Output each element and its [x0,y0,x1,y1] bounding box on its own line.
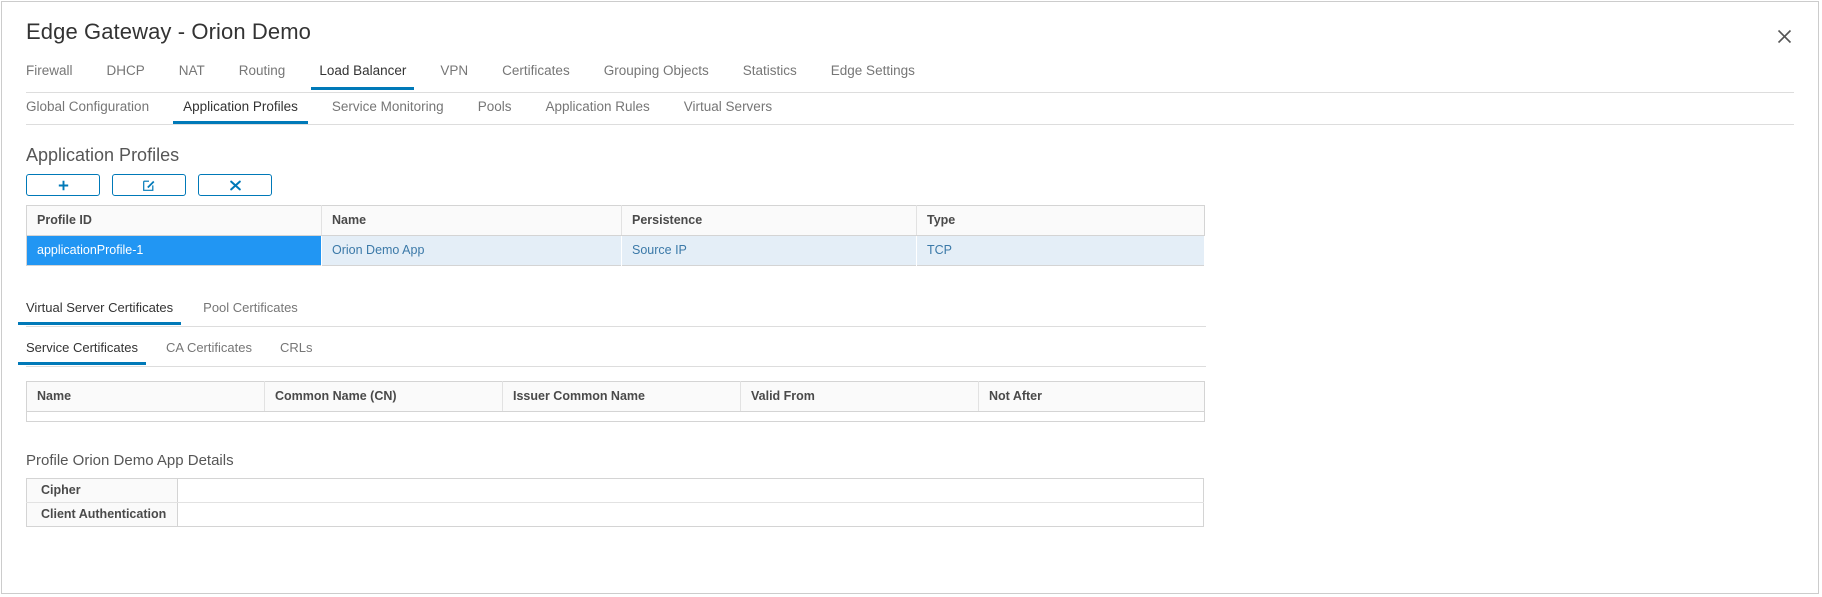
cell-type: TCP [916,235,1205,266]
page-title: Edge Gateway - Orion Demo [26,19,311,44]
details-row-cipher: Cipher [26,478,1204,503]
certificate-tab-bar: Virtual Server Certificates Pool Certifi… [17,296,1206,327]
column-header-valid-from[interactable]: Valid From [740,381,979,412]
tab-grouping-objects[interactable]: Grouping Objects [604,60,709,89]
tab-edge-settings[interactable]: Edge Settings [831,60,915,89]
subtab-global-configuration[interactable]: Global Configuration [26,93,149,123]
tab-nat[interactable]: NAT [179,60,205,89]
column-header-persistence[interactable]: Persistence [621,205,917,236]
cell-profile-id: applicationProfile-1 [26,235,322,266]
tab-load-balancer[interactable]: Load Balancer [311,60,415,90]
column-header-type[interactable]: Type [916,205,1205,236]
delete-x-icon [229,180,241,191]
column-header-cert-name[interactable]: Name [26,381,265,412]
subtab-pools[interactable]: Pools [478,93,512,123]
table-header-row: Profile ID Name Persistence Type [26,205,1205,236]
profile-details-table: Cipher Client Authentication [26,478,1204,527]
subtab-service-certificates[interactable]: Service Certificates [18,337,146,365]
application-profiles-heading: Application Profiles [26,145,180,165]
tab-virtual-server-certificates[interactable]: Virtual Server Certificates [17,296,182,325]
close-icon[interactable] [1770,22,1798,50]
application-profiles-toolbar [26,174,1794,196]
details-row-client-authentication: Client Authentication [26,502,1204,527]
details-label-client-authentication: Client Authentication [26,502,178,527]
profile-details-heading: Profile Orion Demo App Details [26,452,234,469]
column-header-name[interactable]: Name [321,205,622,236]
tab-pool-certificates[interactable]: Pool Certificates [203,296,298,324]
column-header-profile-id[interactable]: Profile ID [26,205,322,236]
edit-pencil-icon [143,179,155,191]
subtab-application-profiles[interactable]: Application Profiles [173,93,308,124]
application-profiles-table: Profile ID Name Persistence Type applica… [26,205,1205,266]
tab-dhcp[interactable]: DHCP [107,60,145,89]
tab-routing[interactable]: Routing [239,60,286,89]
tab-statistics[interactable]: Statistics [743,60,797,89]
edge-gateway-window: Edge Gateway - Orion Demo Firewall DHCP … [1,1,1819,594]
subtab-application-rules[interactable]: Application Rules [545,93,649,123]
tab-firewall[interactable]: Firewall [26,60,73,89]
cell-persistence: Source IP [621,235,917,266]
details-value-cipher [177,478,1204,503]
subtab-service-monitoring[interactable]: Service Monitoring [332,93,444,123]
subtab-crls[interactable]: CRLs [280,337,313,364]
cell-name: Orion Demo App [321,235,622,266]
column-header-not-after[interactable]: Not After [978,381,1205,412]
main-content: Application Profiles Profile ID Name Per… [2,145,1818,527]
service-certificates-table: Name Common Name (CN) Issuer Common Name… [26,381,1205,422]
table-header-row: Name Common Name (CN) Issuer Common Name… [26,381,1205,412]
certificates-table-wrap: Name Common Name (CN) Issuer Common Name… [26,381,1794,422]
delete-profile-button[interactable] [198,174,272,196]
add-profile-button[interactable] [26,174,100,196]
details-label-cipher: Cipher [26,478,178,503]
table-row[interactable]: applicationProfile-1 Orion Demo App Sour… [26,235,1205,266]
column-header-common-name[interactable]: Common Name (CN) [264,381,503,412]
subtab-virtual-servers[interactable]: Virtual Servers [684,93,772,123]
tab-vpn[interactable]: VPN [440,60,468,89]
primary-tab-bar: Firewall DHCP NAT Routing Load Balancer … [26,60,1794,93]
subtab-ca-certificates[interactable]: CA Certificates [166,337,252,364]
details-value-client-authentication [178,503,1204,527]
column-header-issuer-common-name[interactable]: Issuer Common Name [502,381,741,412]
edit-profile-button[interactable] [112,174,186,196]
secondary-tab-bar: Global Configuration Application Profile… [26,93,1794,125]
table-empty-body [27,412,1205,422]
tab-certificates[interactable]: Certificates [502,60,570,89]
certificate-subtab-bar: Service Certificates CA Certificates CRL… [18,337,1206,367]
window-titlebar: Edge Gateway - Orion Demo [2,2,1818,60]
plus-icon [58,180,69,191]
